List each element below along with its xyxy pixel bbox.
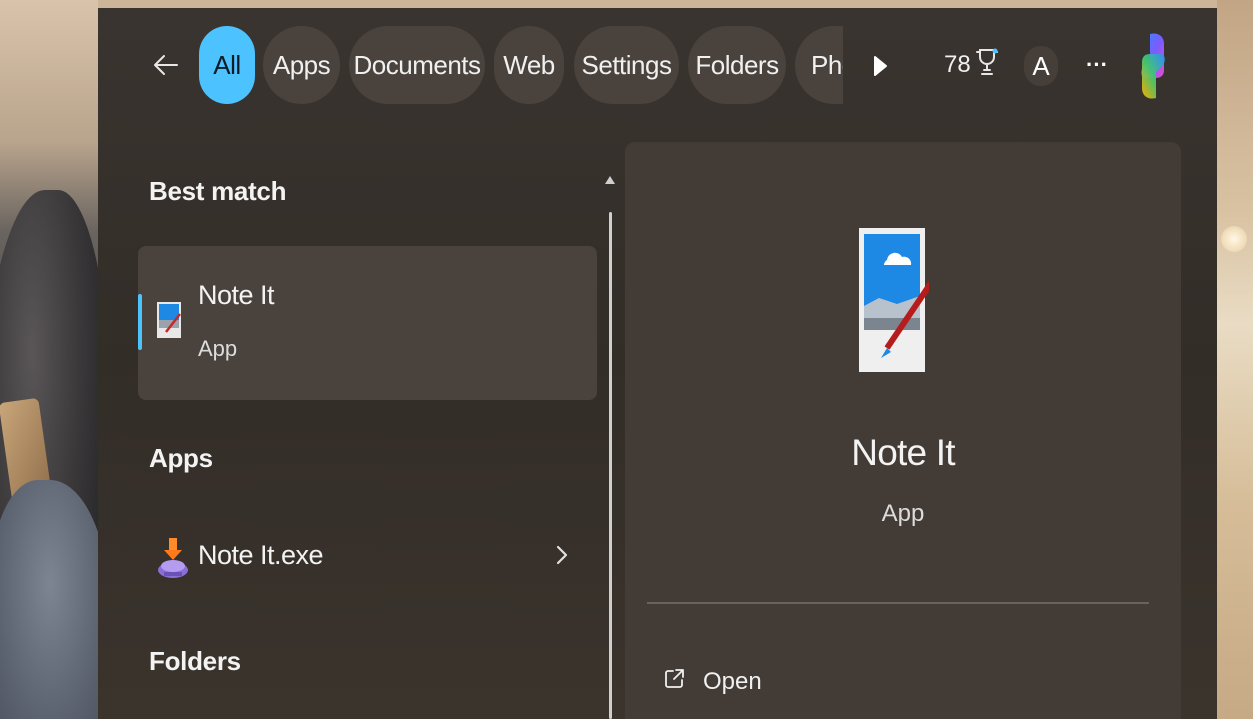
wallpaper-rock-lower bbox=[0, 480, 98, 719]
desktop-wallpaper-left bbox=[0, 0, 98, 719]
best-match-heading: Best match bbox=[149, 176, 287, 206]
tab-folders[interactable]: Folders bbox=[688, 26, 786, 104]
best-match-type: App bbox=[198, 336, 238, 361]
best-match-name: Note It bbox=[198, 280, 275, 310]
play-right-icon[interactable] bbox=[868, 52, 892, 80]
points-value: 78 bbox=[944, 51, 971, 78]
tab-settings[interactable]: Settings bbox=[574, 26, 679, 104]
details-pane: Note It App Open bbox=[625, 142, 1181, 719]
more-options-icon[interactable]: ··· bbox=[1083, 50, 1111, 80]
apps-heading: Apps bbox=[149, 443, 213, 473]
tab-apps[interactable]: Apps bbox=[263, 26, 340, 104]
note-it-app-icon bbox=[156, 296, 182, 350]
open-action-label: Open bbox=[703, 668, 762, 695]
copilot-icon[interactable] bbox=[1128, 30, 1178, 102]
tab-documents[interactable]: Documents bbox=[349, 26, 485, 104]
back-arrow-icon[interactable] bbox=[150, 48, 182, 82]
tab-photos-clipped: Pho bbox=[795, 26, 843, 104]
chevron-right-icon[interactable] bbox=[555, 542, 569, 575]
detail-app-name: Note It bbox=[851, 432, 955, 473]
desktop-wallpaper-right bbox=[1217, 0, 1253, 719]
open-action-button[interactable]: Open bbox=[663, 662, 863, 706]
scroll-up-arrow-icon[interactable] bbox=[604, 172, 616, 188]
note-it-app-large-icon bbox=[857, 228, 936, 374]
trophy-icon bbox=[975, 47, 999, 84]
folders-heading: Folders bbox=[149, 646, 241, 676]
detail-app-type: App bbox=[881, 500, 925, 527]
tab-photos[interactable]: Pho bbox=[795, 26, 843, 104]
filter-bar: All Apps Documents Web Settings Folders … bbox=[98, 8, 1217, 128]
installer-exe-icon bbox=[156, 536, 190, 580]
tab-web[interactable]: Web bbox=[494, 26, 564, 104]
rewards-points[interactable]: 78 bbox=[944, 48, 999, 82]
search-panel: All Apps Documents Web Settings Folders … bbox=[98, 8, 1217, 719]
tab-all[interactable]: All bbox=[199, 26, 255, 104]
best-match-result[interactable]: Note It App bbox=[138, 246, 597, 400]
account-avatar[interactable]: A bbox=[1024, 46, 1058, 86]
results-scrollbar[interactable] bbox=[609, 212, 612, 719]
details-divider bbox=[647, 602, 1149, 604]
open-external-icon bbox=[663, 668, 685, 690]
list-item-note-it-exe[interactable]: Note It.exe bbox=[150, 528, 590, 588]
selection-indicator bbox=[138, 294, 142, 350]
app-item-name: Note It.exe bbox=[198, 540, 324, 570]
wallpaper-sun bbox=[1221, 226, 1247, 252]
